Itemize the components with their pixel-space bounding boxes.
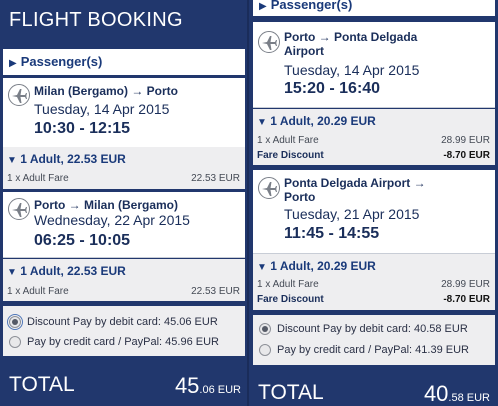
payment-option-credit[interactable]: Pay by credit card / PayPal: 45.96 EUR xyxy=(9,336,219,348)
flight-card-return: Ponta Delgada Airport → Porto Tuesday, 2… xyxy=(253,170,495,254)
fare-header: ▼ 1 Adult, 22.53 EUR xyxy=(7,264,126,278)
flight-route-line1: Porto → Ponta Delgada xyxy=(284,30,418,44)
payment-options: Discount Pay by debit card: 40.58 EUR Pa… xyxy=(253,315,495,365)
fare-line-amount: 22.53 EUR xyxy=(191,286,240,297)
fare-summary-return[interactable]: ▼ 1 Adult, 22.53 EUR 1 x Adult Fare 22.5… xyxy=(3,259,245,301)
flight-date: Tuesday, 14 Apr 2015 xyxy=(34,101,170,117)
airplane-icon xyxy=(8,198,30,220)
payment-options: Discount Pay by debit card: 45.06 EUR Pa… xyxy=(3,306,245,356)
fare-header-text: 1 Adult, 22.53 EUR xyxy=(20,264,126,278)
radio-debit[interactable] xyxy=(259,323,271,335)
triangle-right-icon: ▶ xyxy=(259,1,267,12)
credit-label: Pay by credit card / PayPal: 41.39 EUR xyxy=(277,344,469,356)
payment-option-debit[interactable]: Discount Pay by debit card: 45.06 EUR xyxy=(7,314,218,330)
fare-header: ▼ 1 Adult, 20.29 EUR xyxy=(257,114,376,128)
fare-line: 1 x Adult Fare 22.53 EUR xyxy=(7,286,240,297)
fare-line-amount: 28.99 EUR xyxy=(441,135,490,146)
flight-route: Milan (Bergamo) → Porto xyxy=(34,84,179,98)
fare-line: 1 x Adult Fare 28.99 EUR xyxy=(257,279,490,290)
booking-panel-right: ▶ Passenger(s) Porto → Ponta Delgada Airp… xyxy=(249,0,498,406)
fare-summary-outbound[interactable]: ▼ 1 Adult, 20.29 EUR 1 x Adult Fare 28.9… xyxy=(253,109,495,165)
fare-discount-label: Fare Discount xyxy=(257,150,324,161)
total-cents: .58 EUR xyxy=(448,392,490,404)
fare-line-amount: 22.53 EUR xyxy=(191,173,240,184)
total-label: TOTAL xyxy=(258,381,324,404)
passengers-label: Passenger(s) xyxy=(20,54,103,69)
passengers-toggle[interactable]: ▶ Passenger(s) xyxy=(253,0,495,16)
fare-line-label: 1 x Adult Fare xyxy=(257,135,319,146)
payment-option-debit[interactable]: Discount Pay by debit card: 40.58 EUR xyxy=(259,323,468,335)
fare-summary-return[interactable]: ▼ 1 Adult, 20.29 EUR 1 x Adult Fare 28.9… xyxy=(253,254,495,310)
flight-route: Porto → Milan (Bergamo) xyxy=(34,198,179,212)
triangle-right-icon: ▶ xyxy=(9,58,17,69)
flight-route: Porto → Ponta Delgada Airport xyxy=(284,30,417,58)
total-cents: .06 EUR xyxy=(199,384,241,396)
fare-line-label: 1 x Adult Fare xyxy=(257,279,319,290)
radio-debit[interactable] xyxy=(7,314,23,330)
airplane-icon xyxy=(258,31,280,53)
flight-route-line1: Ponta Delgada Airport → xyxy=(284,176,426,190)
triangle-down-icon: ▼ xyxy=(7,267,17,278)
total-label: TOTAL xyxy=(9,373,75,396)
fare-header-text: 1 Adult, 20.29 EUR xyxy=(270,259,376,273)
fare-discount-line: Fare Discount -8.70 EUR xyxy=(257,150,490,161)
triangle-down-icon: ▼ xyxy=(257,262,267,273)
flight-route: Ponta Delgada Airport → Porto xyxy=(284,176,426,204)
triangle-down-icon: ▼ xyxy=(257,117,267,128)
flight-card-outbound: Porto → Ponta Delgada Airport Tuesday, 1… xyxy=(253,22,495,108)
total-amount: 45.06 EUR xyxy=(175,373,241,399)
flight-time: 15:20 - 16:40 xyxy=(284,80,381,97)
fare-line: 1 x Adult Fare 22.53 EUR xyxy=(7,173,240,184)
passengers-label: Passenger(s) xyxy=(270,0,353,12)
total-whole: 40 xyxy=(423,381,449,406)
fare-header-text: 1 Adult, 22.53 EUR xyxy=(20,152,126,166)
airplane-icon xyxy=(8,84,30,106)
radio-credit[interactable] xyxy=(9,336,21,348)
flight-time: 11:45 - 14:55 xyxy=(284,225,380,242)
flight-date: Tuesday, 21 Apr 2015 xyxy=(284,206,420,222)
flight-card-return: Porto → Milan (Bergamo) Wednesday, 22 Ap… xyxy=(3,192,245,258)
fare-line-label: 1 x Adult Fare xyxy=(7,173,69,184)
flight-date: Wednesday, 22 Apr 2015 xyxy=(34,212,190,228)
fare-header: ▼ 1 Adult, 22.53 EUR xyxy=(7,152,126,166)
page-title: FLIGHT BOOKING xyxy=(9,9,183,31)
debit-label: Discount Pay by debit card: 40.58 EUR xyxy=(277,323,468,335)
total-whole: 45 xyxy=(174,373,200,398)
fare-discount-line: Fare Discount -8.70 EUR xyxy=(257,294,490,305)
fare-discount-label: Fare Discount xyxy=(257,294,324,305)
flight-date: Tuesday, 14 Apr 2015 xyxy=(284,62,420,78)
fare-line-amount: 28.99 EUR xyxy=(441,279,490,290)
flight-route-line2: Airport xyxy=(284,44,324,58)
payment-option-credit[interactable]: Pay by credit card / PayPal: 41.39 EUR xyxy=(259,344,469,356)
airplane-icon xyxy=(258,177,280,199)
debit-label: Discount Pay by debit card: 45.06 EUR xyxy=(27,316,218,328)
total-bar: TOTAL 40.58 EUR xyxy=(249,369,498,406)
booking-panel-left: FLIGHT BOOKING ▶ Passenger(s) Milan (Berg… xyxy=(0,0,249,406)
fare-discount-amount: -8.70 EUR xyxy=(443,150,490,161)
total-amount: 40.58 EUR xyxy=(424,381,490,406)
flight-route-line2: Porto xyxy=(284,190,316,204)
fare-line: 1 x Adult Fare 28.99 EUR xyxy=(257,135,490,146)
fare-summary-outbound[interactable]: ▼ 1 Adult, 22.53 EUR 1 x Adult Fare 22.5… xyxy=(3,147,245,189)
total-bar: TOTAL 45.06 EUR xyxy=(0,362,249,406)
triangle-down-icon: ▼ xyxy=(7,155,17,166)
fare-header-text: 1 Adult, 20.29 EUR xyxy=(270,114,376,128)
credit-label: Pay by credit card / PayPal: 45.96 EUR xyxy=(27,336,219,348)
fare-header: ▼ 1 Adult, 20.29 EUR xyxy=(257,259,376,273)
radio-credit[interactable] xyxy=(259,344,271,356)
fare-discount-amount: -8.70 EUR xyxy=(443,294,490,305)
fare-line-label: 1 x Adult Fare xyxy=(7,286,69,297)
flight-time: 06:25 - 10:05 xyxy=(34,232,131,249)
flight-time: 10:30 - 12:15 xyxy=(34,120,131,137)
passengers-toggle[interactable]: ▶ Passenger(s) xyxy=(3,49,245,75)
